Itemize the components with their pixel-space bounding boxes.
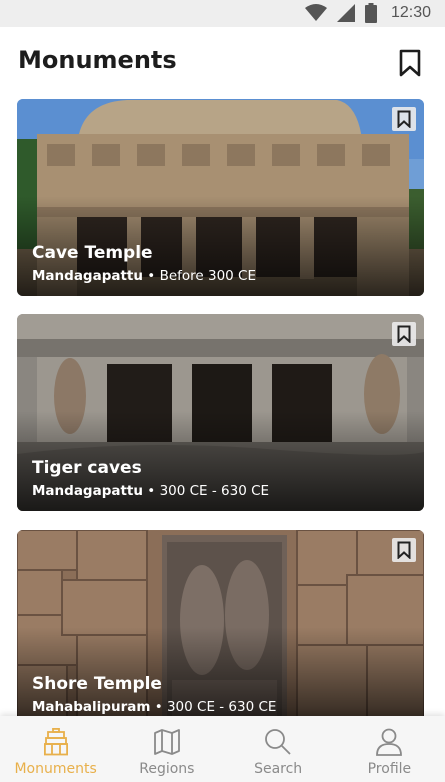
map-icon [153,728,181,756]
monument-icon [43,728,68,756]
monument-title: Shore Temple [32,674,162,694]
monument-subtitle: Mandagapattu • 300 CE - 630 CE [32,483,269,499]
battery-icon [364,3,377,23]
monument-location: Mahabalipuram [32,699,151,715]
nav-label: Search [254,761,303,777]
page-title: Monuments [18,46,177,74]
separator: • [147,268,156,284]
wifi-icon [304,4,327,22]
monument-subtitle: Mandagapattu • Before 300 CE [32,268,256,284]
monument-title: Tiger caves [32,458,142,478]
monument-title: Cave Temple [32,243,153,263]
bottom-nav: Monuments Regions Search Profile [0,716,445,782]
monument-location: Mandagapattu [32,268,143,284]
nav-item-profile[interactable]: Profile [334,716,445,782]
user-icon [375,728,403,756]
monument-card[interactable]: Cave Temple Mandagapattu • Before 300 CE [17,99,424,296]
nav-label: Monuments [14,761,97,777]
monument-period: 300 CE - 630 CE [166,699,277,715]
monument-card[interactable]: Tiger caves Mandagapattu • 300 CE - 630 … [17,314,424,511]
monument-card[interactable]: Shore Temple Mahabalipuram • 300 CE - 63… [17,530,424,727]
monument-subtitle: Mahabalipuram • 300 CE - 630 CE [32,699,276,715]
nav-item-monuments[interactable]: Monuments [0,716,111,782]
status-icons: 12:30 [304,3,431,23]
nav-item-search[interactable]: Search [223,716,334,782]
nav-item-regions[interactable]: Regions [111,716,222,782]
app-header: Monuments [0,27,445,97]
bookmark-icon[interactable] [392,538,416,562]
bookmark-icon[interactable] [392,107,416,131]
nav-label: Regions [139,761,195,777]
monument-period: 300 CE - 630 CE [159,483,270,499]
nav-label: Profile [367,761,412,777]
monument-location: Mandagapattu [32,483,143,499]
bookmark-outline-icon[interactable] [399,49,421,77]
separator: • [154,699,163,715]
bookmark-icon[interactable] [392,322,416,346]
signal-icon [336,4,355,22]
search-icon [264,728,292,756]
status-bar: 12:30 [0,0,445,27]
separator: • [147,483,156,499]
status-time: 12:30 [390,4,431,21]
monument-period: Before 300 CE [159,268,257,284]
